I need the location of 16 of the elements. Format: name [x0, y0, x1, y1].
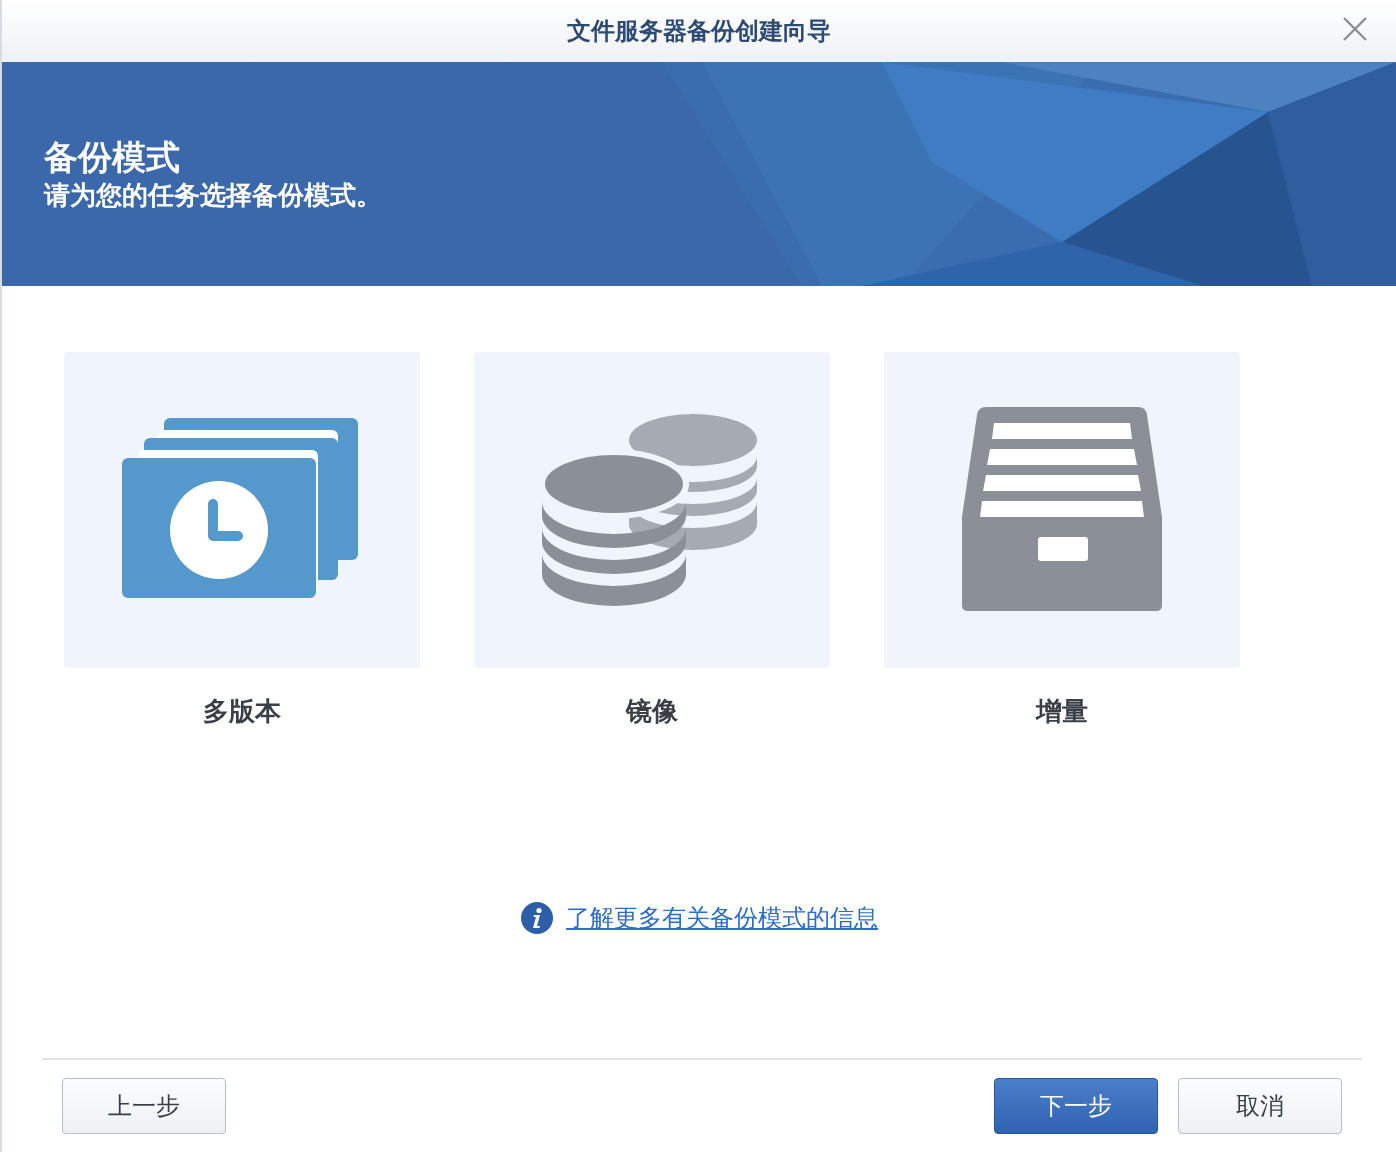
mode-card[interactable]: [884, 352, 1240, 668]
close-button[interactable]: [1342, 16, 1368, 42]
mode-card[interactable]: [474, 352, 830, 668]
info-link[interactable]: 了解更多有关备份模式的信息: [566, 902, 878, 934]
banner-title: 备份模式: [44, 136, 180, 178]
next-button[interactable]: 下一步: [994, 1078, 1158, 1134]
cancel-button[interactable]: 取消: [1178, 1078, 1342, 1134]
mode-label: 多版本: [203, 695, 281, 728]
back-button[interactable]: 上一步: [62, 1078, 226, 1134]
info-icon: [520, 901, 554, 935]
drawer-cabinet-icon: [962, 407, 1162, 613]
window-title: 文件服务器备份创建向导: [567, 16, 831, 47]
mode-label: 镜像: [626, 695, 678, 728]
mode-label: 增量: [1036, 695, 1088, 728]
banner-subtitle: 请为您的任务选择备份模式。: [44, 179, 382, 212]
mode-card[interactable]: [64, 352, 420, 668]
